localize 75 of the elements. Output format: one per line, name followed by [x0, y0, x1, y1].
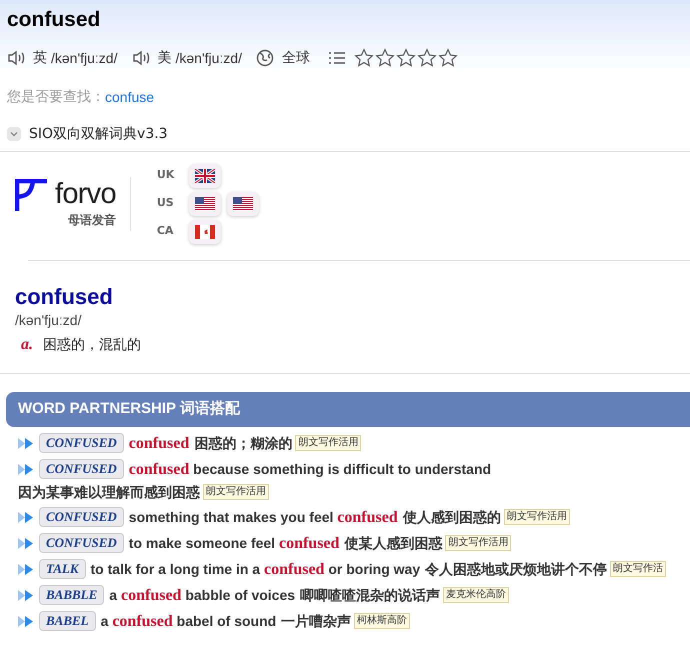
translation-text: 一片嘈杂声	[281, 612, 352, 631]
source-label: 麦克米伦高阶	[443, 587, 510, 603]
region-label: 美	[158, 48, 172, 68]
collocation-text: to make someone feel confused	[128, 534, 340, 554]
star-icon[interactable]	[417, 48, 437, 68]
star-icon[interactable]	[375, 48, 395, 68]
phonetic-text: /kən'fjuːzd/	[51, 48, 118, 68]
star-icon[interactable]	[438, 48, 458, 68]
translation-text: 使人感到困惑的	[402, 508, 501, 527]
keyword-tag[interactable]: CONFUSED	[39, 507, 124, 527]
speaker-icon[interactable]	[7, 49, 27, 67]
flag-button[interactable]	[188, 192, 221, 216]
keyword-tag[interactable]: BABBLE	[39, 585, 104, 605]
source-label: 朗文写作活用	[504, 509, 570, 525]
collocation-text: confused	[128, 434, 190, 454]
keyword-tag[interactable]: BABEL	[39, 611, 96, 631]
keyword-tag[interactable]: CONFUSED	[39, 533, 124, 553]
double-arrow-icon	[18, 512, 34, 522]
entry-phonetic: /kən'fjuːzd/	[15, 311, 82, 330]
flag-button[interactable]	[188, 164, 221, 188]
translation-text: 困惑的；糊涂的	[194, 434, 292, 453]
section-header: WORD PARTNERSHIP 词语搭配	[6, 392, 690, 426]
double-arrow-icon	[18, 464, 34, 474]
flag-icon	[194, 224, 215, 238]
source-label: 朗文写作活用	[203, 484, 269, 500]
flag-button[interactable]	[226, 192, 259, 216]
suggestion-link[interactable]: confuse	[105, 86, 154, 108]
double-arrow-icon	[18, 616, 34, 626]
flag-icon	[194, 168, 215, 182]
phonetic-text: /kən'fjuːzd/	[176, 48, 242, 68]
list-icon[interactable]	[328, 50, 346, 66]
source-label: 朗文写作活用	[445, 535, 512, 551]
star-rating[interactable]	[354, 48, 458, 68]
translation-text: 令人困惑地或厌烦地讲个不停	[425, 560, 608, 579]
source-label: 朗文写作活用	[295, 435, 362, 451]
collocation-text: to talk for a long time in a confused or boring way	[90, 560, 420, 580]
translation-text: 使某人感到困惑	[344, 534, 442, 553]
collapse-toggle[interactable]	[7, 127, 21, 141]
double-arrow-icon	[18, 564, 34, 574]
flag-icon	[232, 196, 253, 210]
collocation-text: confused because something is difficult to understand	[128, 460, 492, 480]
keyword-tag[interactable]: TALK	[39, 559, 86, 579]
translation-text: 因为某事难以理解而感到困惑	[18, 482, 200, 502]
entry-word: confused	[15, 282, 114, 310]
flag-icon	[194, 196, 215, 210]
forvo-tagline: 母语发音	[68, 212, 116, 228]
source-label: 柯林斯高阶	[354, 613, 410, 629]
star-icon[interactable]	[354, 48, 374, 68]
chevron-icon	[10, 131, 18, 137]
collocation-text: a confused babble of voices	[109, 586, 296, 606]
suggestion-label: 您是否要查找：	[7, 88, 105, 106]
forvo-logo-text: forvo	[55, 180, 116, 209]
keyword-tag[interactable]: CONFUSED	[39, 459, 124, 479]
double-arrow-icon	[18, 438, 34, 448]
double-arrow-icon	[18, 538, 34, 548]
star-icon[interactable]	[396, 48, 416, 68]
forvo-logo-icon	[15, 178, 47, 210]
headword-title: confused	[7, 7, 102, 33]
keyword-tag[interactable]: CONFUSED	[39, 433, 124, 453]
region-label: 英	[33, 48, 47, 68]
accent-code: CA	[156, 223, 174, 240]
part-of-speech: a.	[21, 335, 33, 355]
sense-meaning: 困惑的，混乱的	[43, 336, 141, 354]
globe-icon[interactable]	[256, 49, 274, 67]
accent-code: US	[156, 195, 175, 212]
collocation-text: something that makes you feel confused	[128, 508, 398, 528]
source-label: 朗文写作活	[610, 561, 666, 577]
speaker-icon[interactable]	[132, 49, 152, 67]
collocation-text: a confused babel of sound	[100, 612, 276, 632]
flag-button[interactable]	[188, 220, 221, 244]
translation-text: 唧唧喳喳混杂的说话声	[300, 586, 440, 605]
dictionary-title: SIO双向双解词典v3.3	[29, 124, 168, 144]
accent-code: UK	[156, 167, 176, 184]
global-label[interactable]: 全球	[282, 48, 310, 68]
double-arrow-icon	[18, 590, 34, 600]
